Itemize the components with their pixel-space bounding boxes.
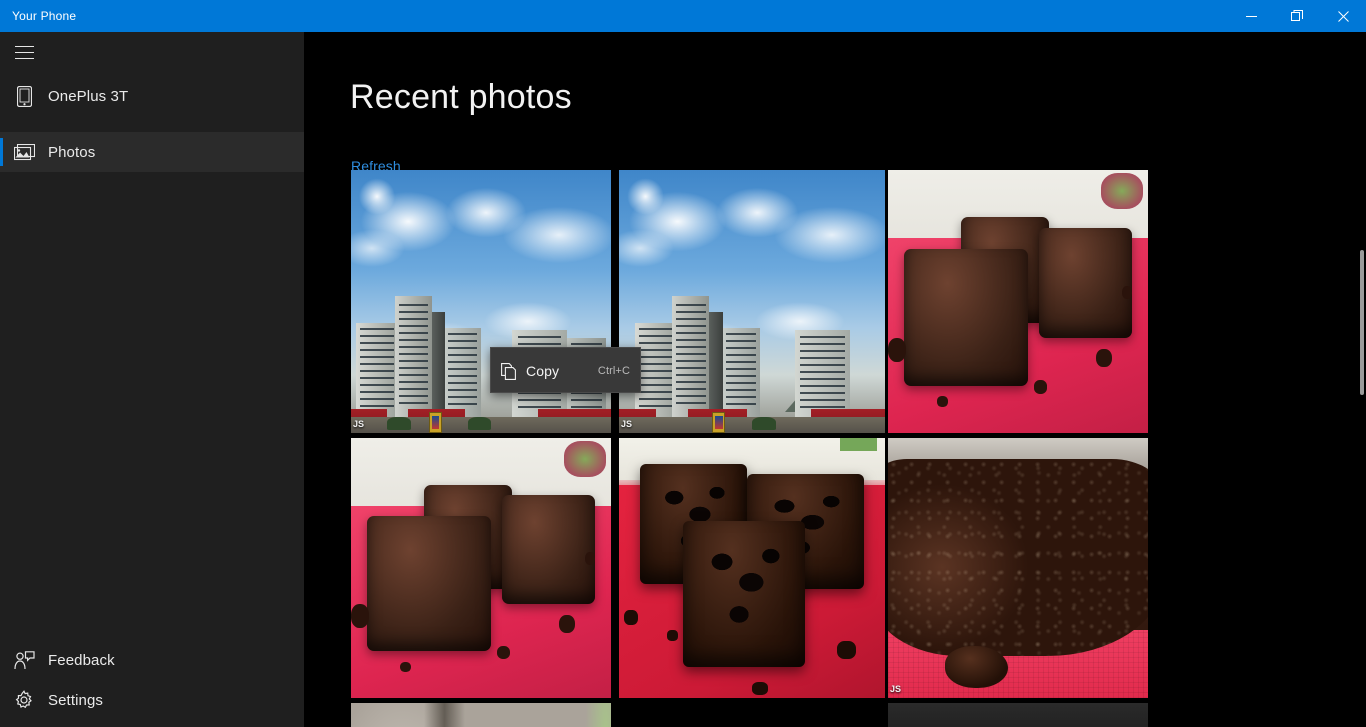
feedback-icon [0,640,48,680]
page-title: Recent photos [350,78,572,116]
photo-thumbnail[interactable] [351,438,611,698]
context-menu-item-accelerator: Ctrl+C [597,365,630,377]
restore-button[interactable] [1274,0,1320,32]
sidebar-item-label: Photos [48,143,96,161]
photo-thumbnail[interactable] [619,438,885,698]
context-menu-item-label: Copy [526,363,560,379]
navigation-sidebar: OnePlus 3T Photos Feedback Settings [0,32,304,727]
gear-icon [0,680,48,720]
context-menu-item-copy[interactable]: Copy Ctrl+C [492,356,641,386]
photo-image-brownie-chunks [619,438,885,698]
photo-image-brownie [888,170,1148,433]
photo-image-rock [351,703,611,727]
vertical-scrollbar[interactable] [1352,32,1366,727]
hamburger-icon [14,45,34,59]
photo-thumbnail[interactable]: JS [351,170,611,433]
window-controls [1228,0,1366,32]
photo-image-brownie [351,438,611,698]
photo-thumbnail[interactable]: Naval @naval ✓ [888,703,1148,727]
your-phone-window: Your Phone OnePlus 3T Photos Feedback Se… [0,0,1366,727]
scrollbar-thumb[interactable] [1360,250,1364,395]
hamburger-menu-button[interactable] [0,32,48,72]
sidebar-item-label: Settings [48,691,103,709]
photo-thumbnail[interactable] [351,703,611,727]
photo-image-city [351,170,611,433]
minimize-button[interactable] [1228,0,1274,32]
selection-indicator [0,138,3,166]
content-area: Recent photos Refresh JS JS JS Copy Ctrl… [304,32,1366,727]
sidebar-item-label: OnePlus 3T [48,87,129,105]
sidebar-item-oneplus-3t[interactable]: OnePlus 3T [0,76,304,116]
photo-icon [0,132,48,172]
photo-image-crumb [888,438,1148,698]
close-button[interactable] [1320,0,1366,32]
photo-image-tweet: Naval @naval ✓ [888,703,1148,727]
sidebar-item-label: Feedback [48,651,115,669]
sidebar-item-settings[interactable]: Settings [0,680,304,720]
photo-thumbnail[interactable]: JS [619,170,885,433]
photo-thumbnail[interactable]: JS [888,438,1148,698]
copy-icon [492,362,526,380]
sidebar-item-photos[interactable]: Photos [0,132,304,172]
title-bar[interactable]: Your Phone [0,0,1366,32]
photo-grid: JS JS JS [351,170,1149,727]
sidebar-item-feedback[interactable]: Feedback [0,640,304,680]
photo-image-city [619,170,885,433]
window-title: Your Phone [12,9,77,23]
photo-thumbnail[interactable] [888,170,1148,433]
context-menu: Copy Ctrl+C [490,347,641,393]
phone-icon [0,76,48,116]
